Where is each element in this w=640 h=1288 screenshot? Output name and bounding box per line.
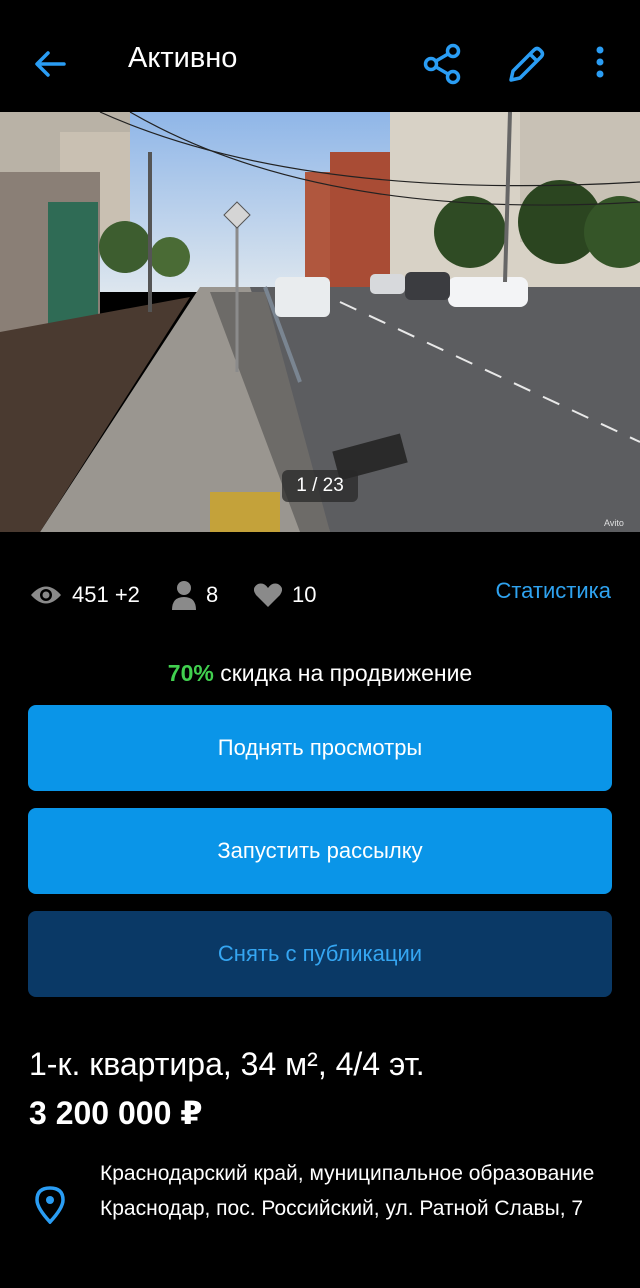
start-mailing-label: Запустить рассылку bbox=[217, 838, 423, 863]
promo-percent: 70% bbox=[167, 660, 214, 686]
person-icon bbox=[172, 581, 196, 610]
status-bar bbox=[0, 0, 640, 14]
unpublish-button[interactable]: Снять с публикации bbox=[28, 911, 612, 997]
listing-address[interactable]: Краснодарский край, муниципальное образо… bbox=[100, 1156, 620, 1226]
promo-text: 70% скидка на продвижение bbox=[0, 660, 640, 687]
arrow-left-icon[interactable] bbox=[30, 44, 70, 84]
contacts-count: 8 bbox=[206, 582, 219, 607]
pencil-icon[interactable] bbox=[505, 42, 549, 86]
statistics-link[interactable]: Статистика bbox=[495, 572, 611, 610]
stats-row: 451 +2 8 10 Статистика bbox=[0, 572, 640, 618]
share-icon[interactable] bbox=[420, 42, 464, 86]
listing-photo[interactable] bbox=[0, 112, 640, 532]
unpublish-label: Снять с публикации bbox=[217, 941, 423, 966]
app-bar: Активно bbox=[0, 14, 640, 110]
listing-price: 3 200 000 ₽ bbox=[29, 1095, 203, 1131]
boost-views-label: Поднять просмотры bbox=[217, 735, 423, 760]
photo-watermark: Avito bbox=[604, 518, 624, 528]
more-vertical-icon[interactable] bbox=[586, 44, 614, 84]
boost-views-button[interactable]: Поднять просмотры bbox=[28, 705, 612, 791]
views-stat: 451 +2 bbox=[30, 572, 140, 618]
listing-title: 1-к. квартира, 34 м², 4/4 эт. bbox=[29, 1046, 425, 1082]
location-pin-icon bbox=[35, 1186, 65, 1224]
heart-icon bbox=[254, 583, 282, 607]
contacts-stat: 8 bbox=[172, 572, 218, 618]
views-count: 451 +2 bbox=[72, 582, 140, 607]
start-mailing-button[interactable]: Запустить рассылку bbox=[28, 808, 612, 894]
eye-icon bbox=[31, 586, 61, 604]
favorites-count: 10 bbox=[292, 582, 317, 607]
promo-label: скидка на продвижение bbox=[213, 660, 473, 686]
page-title: Активно bbox=[128, 42, 238, 74]
favorites-stat: 10 bbox=[254, 572, 316, 618]
photo-counter: 1 / 23 bbox=[282, 470, 358, 502]
